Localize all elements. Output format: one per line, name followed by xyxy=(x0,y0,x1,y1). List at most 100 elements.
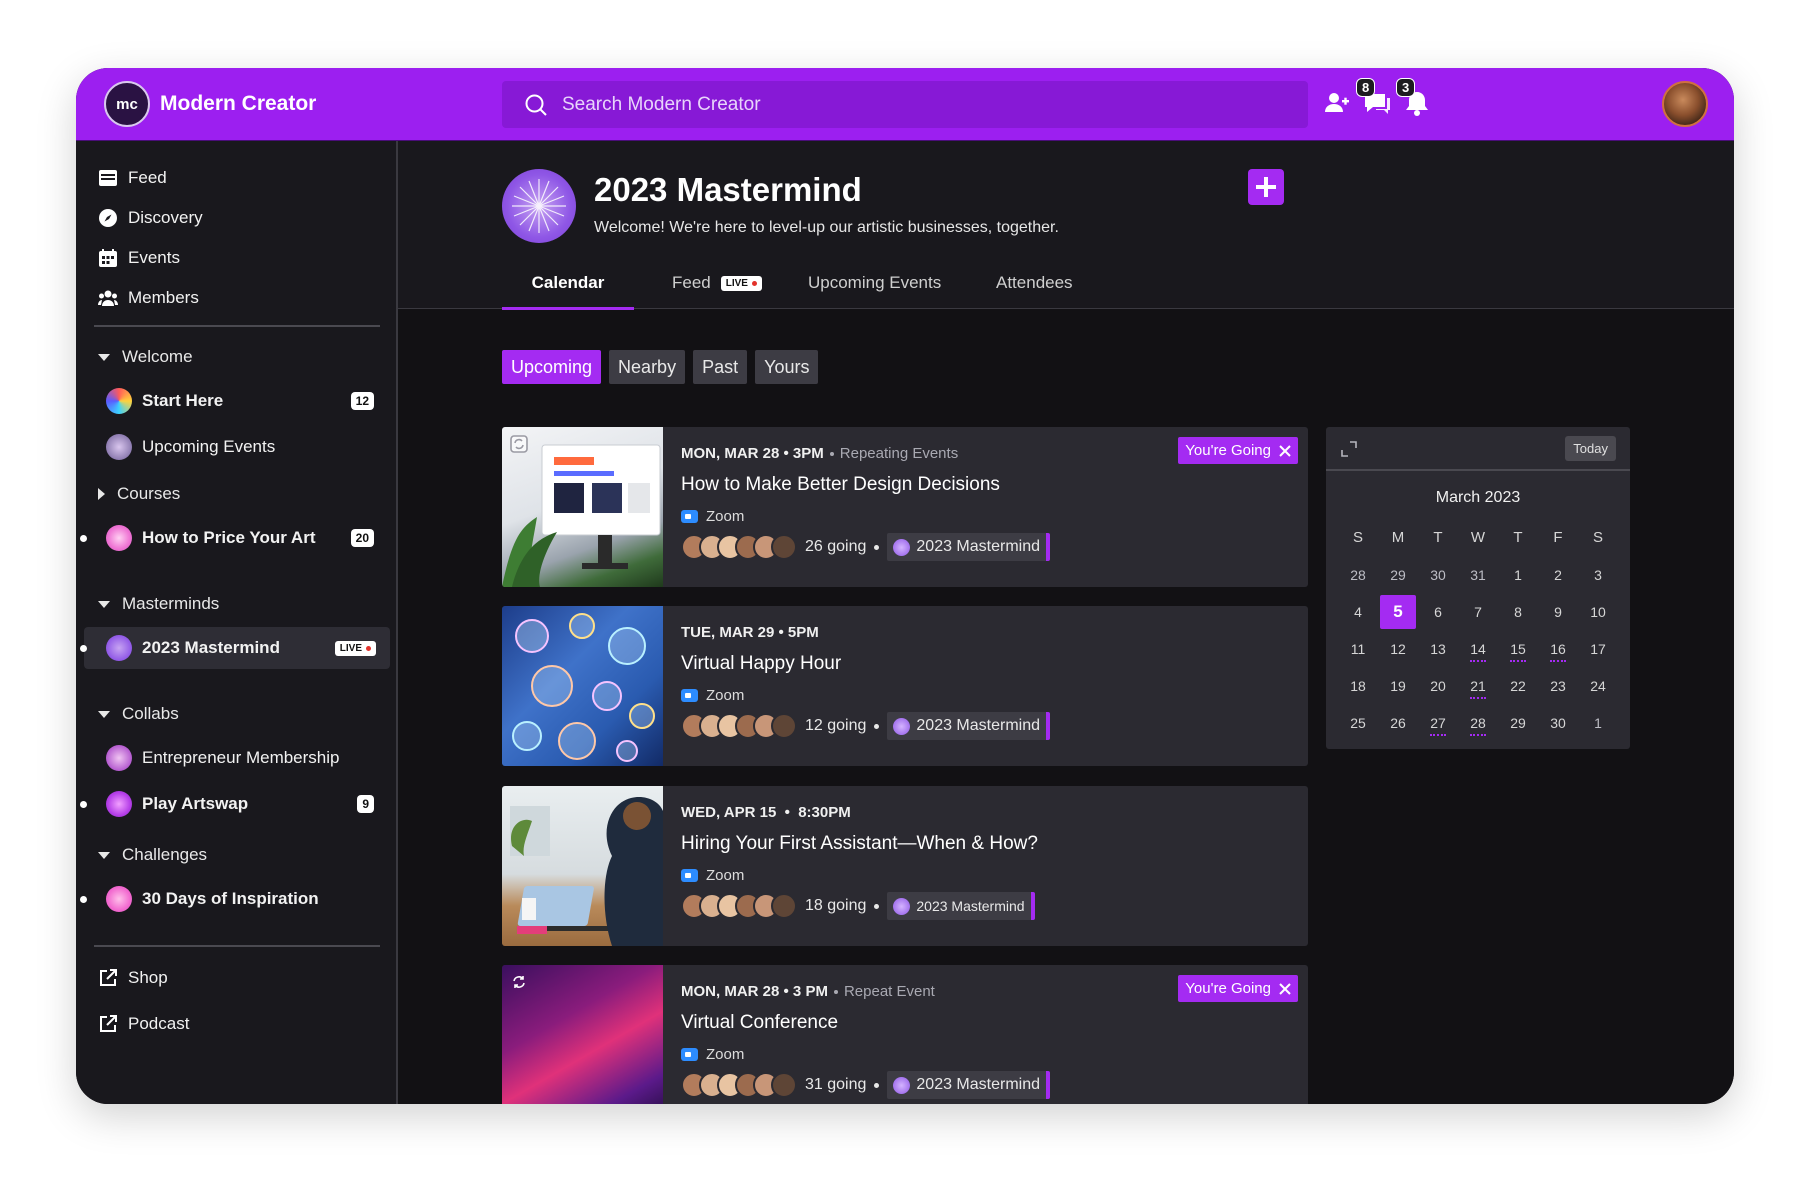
section-collabs[interactable]: Collabs xyxy=(98,699,179,729)
calendar-day[interactable]: 19 xyxy=(1378,667,1418,704)
calendar-day[interactable]: 26 xyxy=(1378,704,1418,741)
search-bar[interactable] xyxy=(502,81,1308,128)
tab-calendar[interactable]: Calendar xyxy=(502,257,634,310)
unread-count-badge: 20 xyxy=(350,529,374,547)
add-friend-button[interactable] xyxy=(1320,86,1354,120)
event-location-label: Zoom xyxy=(706,508,745,525)
add-event-button[interactable] xyxy=(1248,169,1284,205)
close-icon[interactable] xyxy=(1279,444,1291,457)
sidebar-link-shop[interactable]: Shop xyxy=(98,963,168,993)
calendar-day[interactable]: 15 xyxy=(1498,630,1538,667)
event-card[interactable]: MON, MAR 28 • 3 PM Repeat Event Virtual … xyxy=(502,965,1308,1104)
live-label: LIVE xyxy=(339,642,362,654)
section-challenges[interactable]: Challenges xyxy=(98,840,207,870)
filter-upcoming[interactable]: Upcoming xyxy=(502,350,602,384)
event-card[interactable]: TUE, MAR 29 • 5PM Virtual Happy Hour Zoo… xyxy=(502,606,1308,766)
calendar-day[interactable]: 2 xyxy=(1538,556,1578,593)
sidebar-space-entrepreneur[interactable]: Entrepreneur Membership xyxy=(84,737,390,779)
attendee-avatars[interactable] xyxy=(681,713,797,739)
sidebar-link-podcast[interactable]: Podcast xyxy=(98,1009,189,1039)
group-tag[interactable]: 2023 Mastermind xyxy=(887,712,1051,740)
brand[interactable]: mc Modern Creator xyxy=(104,80,316,128)
section-welcome[interactable]: Welcome xyxy=(98,342,193,372)
filter-nearby[interactable]: Nearby xyxy=(609,350,686,384)
filter-yours[interactable]: Yours xyxy=(755,350,819,384)
calendar-day[interactable]: 28 xyxy=(1458,704,1498,741)
calendar-day[interactable]: 5 xyxy=(1378,593,1418,630)
calendar-day[interactable]: 18 xyxy=(1338,667,1378,704)
calendar-day[interactable]: 24 xyxy=(1578,667,1618,704)
calendar-day[interactable]: 17 xyxy=(1578,630,1618,667)
calendar-day[interactable]: 30 xyxy=(1418,556,1458,593)
user-avatar[interactable] xyxy=(1662,81,1708,127)
sidebar-space-start-here[interactable]: Start Here 12 xyxy=(84,380,390,422)
section-masterminds[interactable]: Masterminds xyxy=(98,589,219,619)
sidebar-space-mastermind[interactable]: 2023 Mastermind LIVE xyxy=(80,627,390,669)
calendar-day[interactable]: 29 xyxy=(1498,704,1538,741)
sidebar-space-inspiration[interactable]: 30 Days of Inspiration xyxy=(80,878,390,920)
close-icon[interactable] xyxy=(1279,982,1291,995)
going-status-badge[interactable]: You're Going xyxy=(1178,975,1298,1002)
tab-attendees[interactable]: Attendees xyxy=(996,257,1106,309)
calendar-day[interactable]: 12 xyxy=(1378,630,1418,667)
sidebar-item-discovery[interactable]: Discovery xyxy=(98,203,203,233)
calendar-day[interactable]: 23 xyxy=(1538,667,1578,704)
event-card[interactable]: MON, MAR 28 • 3PM Repeating Events How t… xyxy=(502,427,1308,587)
group-tag[interactable]: 2023 Mastermind xyxy=(887,1071,1051,1099)
tab-upcoming-events[interactable]: Upcoming Events xyxy=(800,257,996,309)
notifications-button[interactable]: 3 xyxy=(1396,78,1434,120)
calendar-day[interactable]: 20 xyxy=(1418,667,1458,704)
sidebar-space-artswap[interactable]: Play Artswap 9 xyxy=(80,783,390,825)
calendar-day[interactable]: 1 xyxy=(1578,704,1618,741)
search-input[interactable] xyxy=(562,93,1262,116)
calendar-toolbar: Today xyxy=(1326,427,1630,471)
calendar-day[interactable]: 14 xyxy=(1458,630,1498,667)
filter-past[interactable]: Past xyxy=(693,350,748,384)
repeat-icon xyxy=(510,435,528,453)
attendee-avatars[interactable] xyxy=(681,893,797,919)
today-button[interactable]: Today xyxy=(1565,436,1616,461)
calendar-day[interactable]: 16 xyxy=(1538,630,1578,667)
sidebar-item-events[interactable]: Events xyxy=(98,243,180,273)
calendar-day[interactable]: 9 xyxy=(1538,593,1578,630)
calendar-day[interactable]: 13 xyxy=(1418,630,1458,667)
calendar-day[interactable]: 21 xyxy=(1458,667,1498,704)
calendar-day[interactable]: 7 xyxy=(1458,593,1498,630)
calendar-day[interactable]: 25 xyxy=(1338,704,1378,741)
going-status-badge[interactable]: You're Going xyxy=(1178,437,1298,464)
calendar-day[interactable]: 6 xyxy=(1418,593,1458,630)
calendar-day[interactable]: 8 xyxy=(1498,593,1538,630)
event-title[interactable]: How to Make Better Design Decisions xyxy=(681,474,1296,496)
event-card[interactable]: WED, APR 15 • 8:30PM Hiring Your First A… xyxy=(502,786,1308,946)
calendar-day[interactable]: 22 xyxy=(1498,667,1538,704)
calendar-day[interactable]: 1 xyxy=(1498,556,1538,593)
mini-calendar: Today March 2023 S M T W T F S 28 29 30 31 1 2 3 4 5 6 7 8… xyxy=(1326,427,1630,749)
event-title[interactable]: Virtual Conference xyxy=(681,1012,1296,1034)
calendar-day[interactable]: 27 xyxy=(1418,704,1458,741)
calendar-day[interactable]: 30 xyxy=(1538,704,1578,741)
sidebar-item-feed[interactable]: Feed xyxy=(98,163,167,193)
calendar-day[interactable]: 4 xyxy=(1338,593,1378,630)
section-courses[interactable]: Courses xyxy=(98,479,180,509)
attendee-avatars[interactable] xyxy=(681,1072,797,1098)
calendar-day[interactable]: 11 xyxy=(1338,630,1378,667)
event-title[interactable]: Virtual Happy Hour xyxy=(681,653,1296,675)
sidebar-link-label: Podcast xyxy=(128,1014,190,1033)
calendar-day[interactable]: 10 xyxy=(1578,593,1618,630)
event-title[interactable]: Hiring Your First Assistant—When & How? xyxy=(681,833,1296,855)
sidebar-space-upcoming-events[interactable]: Upcoming Events xyxy=(84,426,390,468)
calendar-day[interactable]: 29 xyxy=(1378,556,1418,593)
sidebar-space-price-art[interactable]: How to Price Your Art 20 xyxy=(80,517,390,559)
sidebar-item-members[interactable]: Members xyxy=(98,283,199,313)
tab-feed[interactable]: Feed LIVE xyxy=(634,257,800,309)
group-tag[interactable]: 2023 Mastermind xyxy=(887,892,1035,920)
calendar-day[interactable]: 3 xyxy=(1578,556,1618,593)
price-art-space-icon xyxy=(106,525,132,551)
group-tag[interactable]: 2023 Mastermind xyxy=(887,533,1051,561)
live-dot-icon xyxy=(751,280,757,286)
calendar-day[interactable]: 28 xyxy=(1338,556,1378,593)
attendee-avatars[interactable] xyxy=(681,534,797,560)
expand-icon[interactable] xyxy=(1340,440,1358,458)
calendar-day[interactable]: 31 xyxy=(1458,556,1498,593)
chat-button[interactable]: 8 xyxy=(1356,78,1394,120)
